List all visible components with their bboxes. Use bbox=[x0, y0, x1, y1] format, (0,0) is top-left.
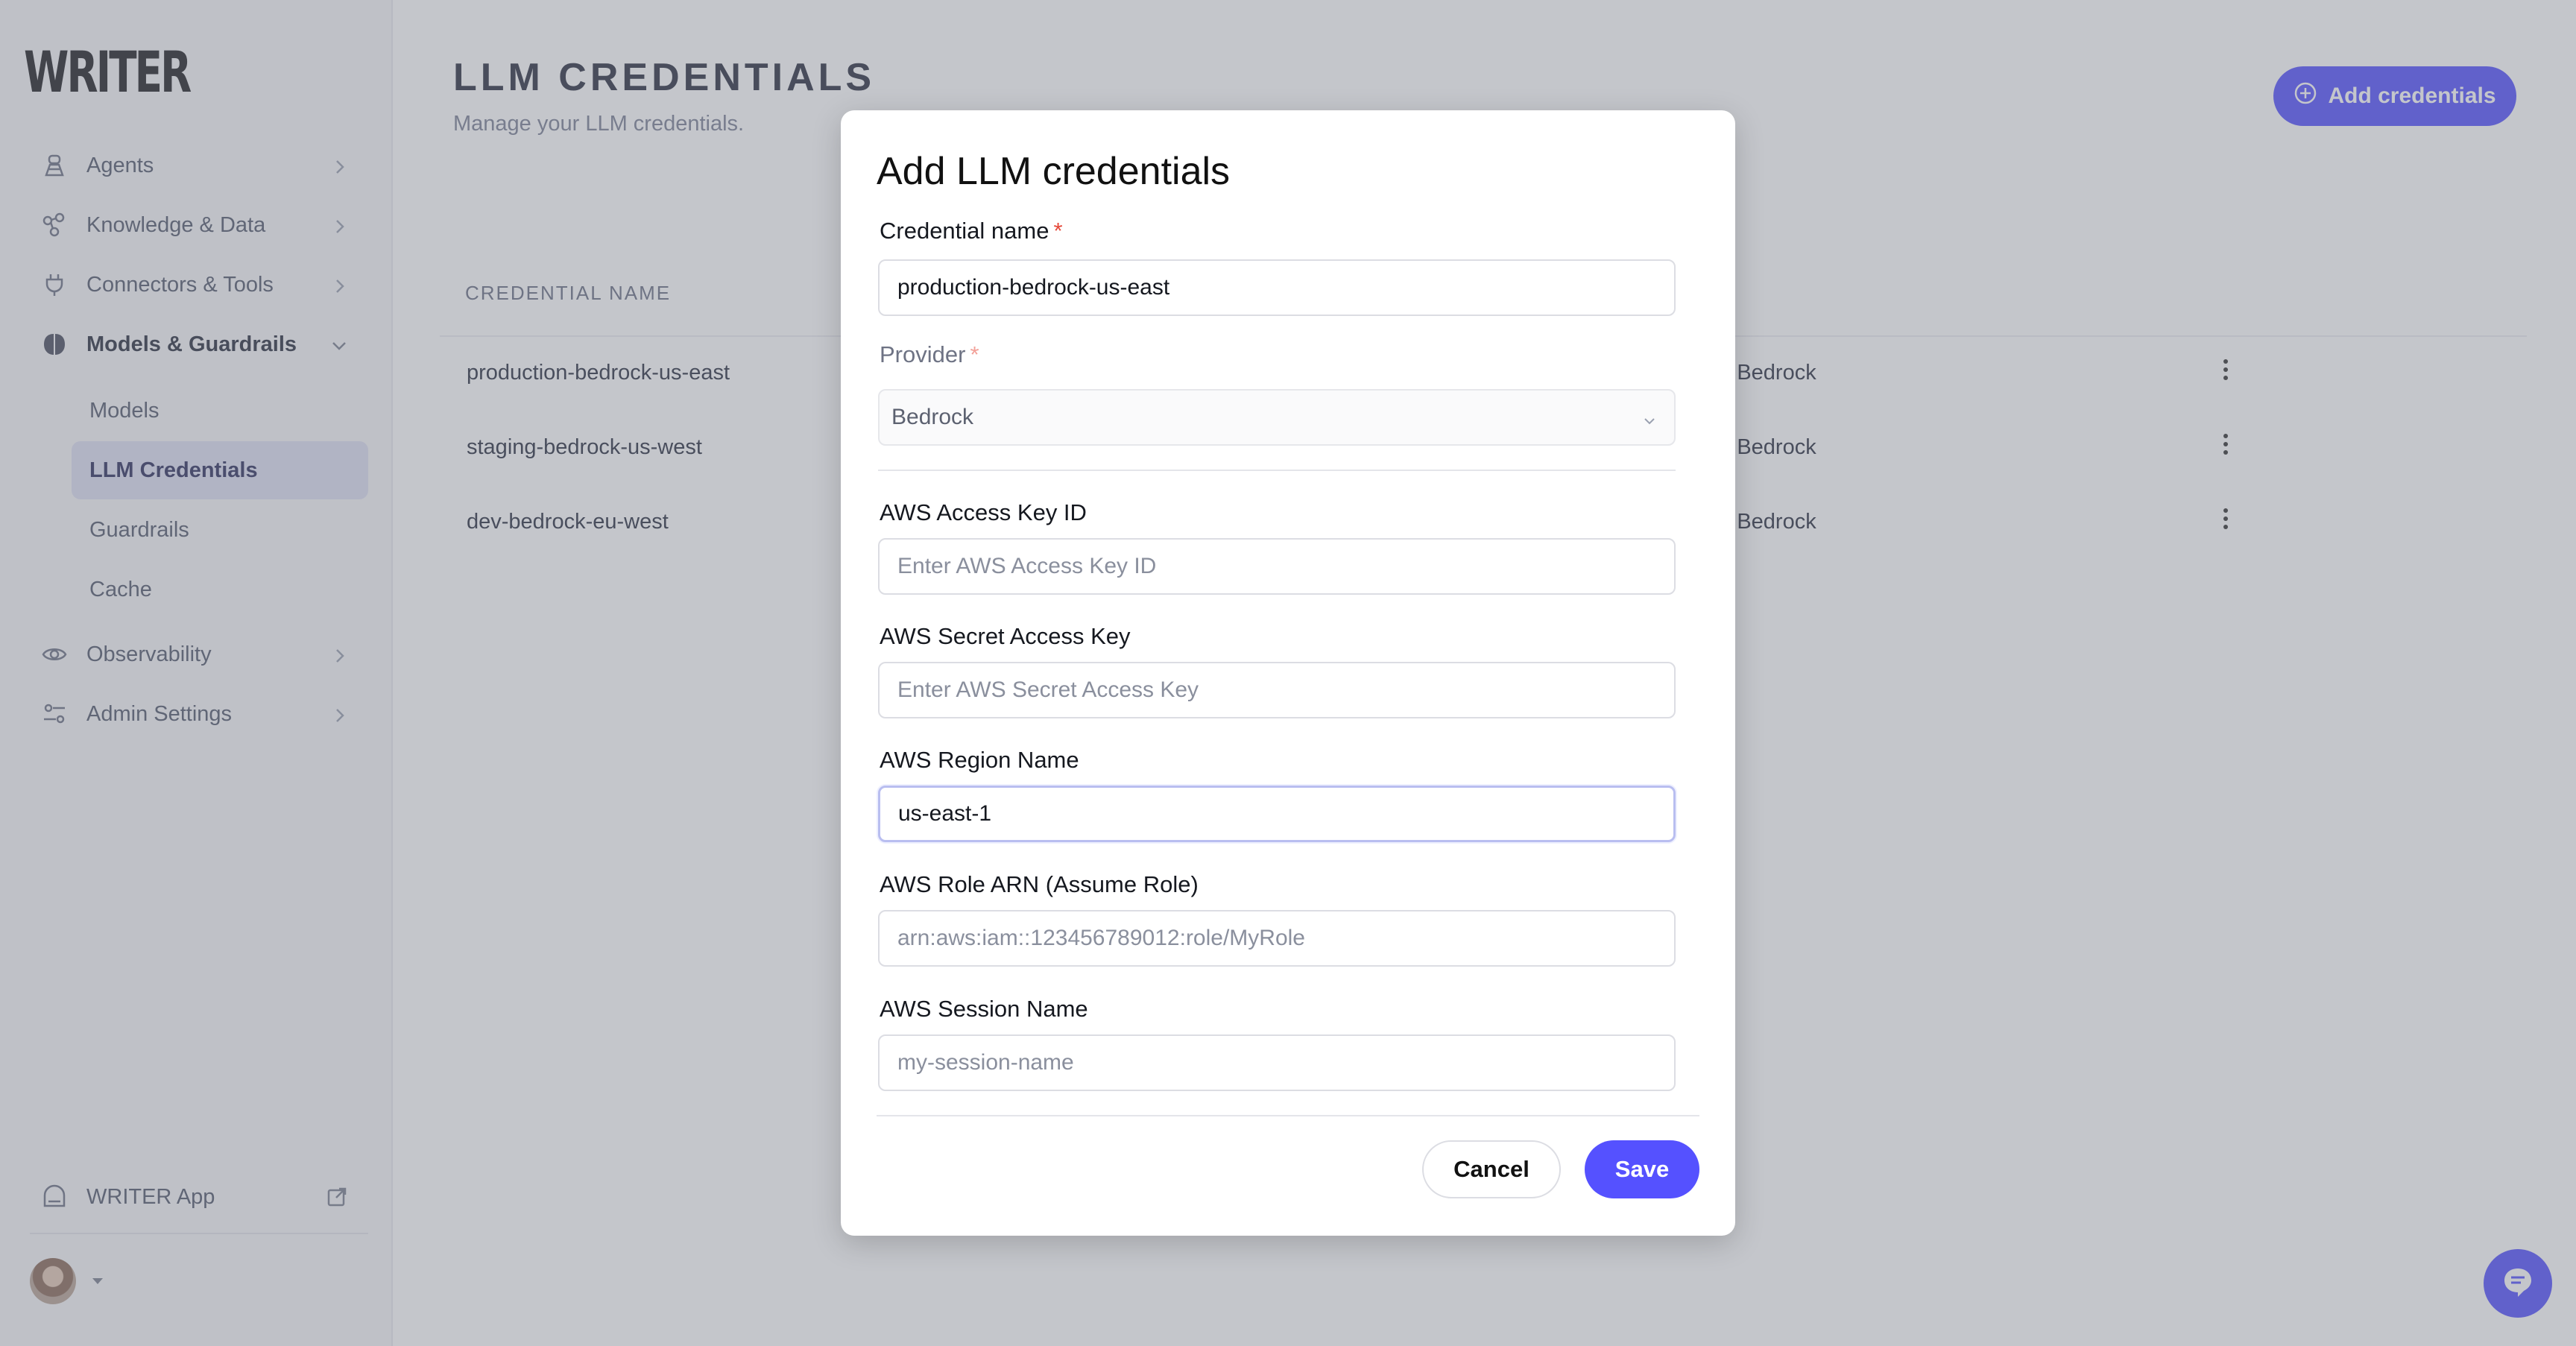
aws-region-label: AWS Region Name bbox=[880, 747, 1079, 773]
aws-session-name-label: AWS Session Name bbox=[880, 996, 1088, 1022]
section-divider bbox=[878, 470, 1676, 471]
save-button[interactable]: Save bbox=[1585, 1140, 1699, 1198]
footer-divider bbox=[877, 1115, 1699, 1116]
aws-access-key-input[interactable]: Enter AWS Access Key ID bbox=[878, 538, 1676, 595]
provider-selected-value: Bedrock bbox=[891, 405, 974, 429]
modal-title: Add LLM credentials bbox=[877, 150, 1231, 193]
provider-label: Provider * bbox=[880, 341, 979, 367]
chevron-down-icon bbox=[1641, 410, 1658, 435]
aws-role-arn-label: AWS Role ARN (Assume Role) bbox=[880, 871, 1199, 897]
aws-region-input[interactable]: us-east-1 bbox=[878, 786, 1676, 842]
aws-secret-key-label: AWS Secret Access Key bbox=[880, 623, 1131, 649]
aws-access-key-label: AWS Access Key ID bbox=[880, 499, 1087, 525]
credential-name-label: Credential name * bbox=[880, 218, 1063, 244]
aws-role-arn-input[interactable]: arn:aws:iam::123456789012:role/MyRole bbox=[878, 910, 1676, 967]
provider-select[interactable]: Bedrock bbox=[878, 389, 1676, 446]
cancel-button[interactable]: Cancel bbox=[1422, 1140, 1561, 1198]
aws-session-name-input[interactable]: my-session-name bbox=[878, 1034, 1676, 1091]
aws-secret-key-input[interactable]: Enter AWS Secret Access Key bbox=[878, 662, 1676, 718]
credential-name-input[interactable]: production-bedrock-us-east bbox=[878, 259, 1676, 316]
add-llm-credentials-modal: Add LLM credentials Credential name * pro… bbox=[841, 110, 1735, 1236]
